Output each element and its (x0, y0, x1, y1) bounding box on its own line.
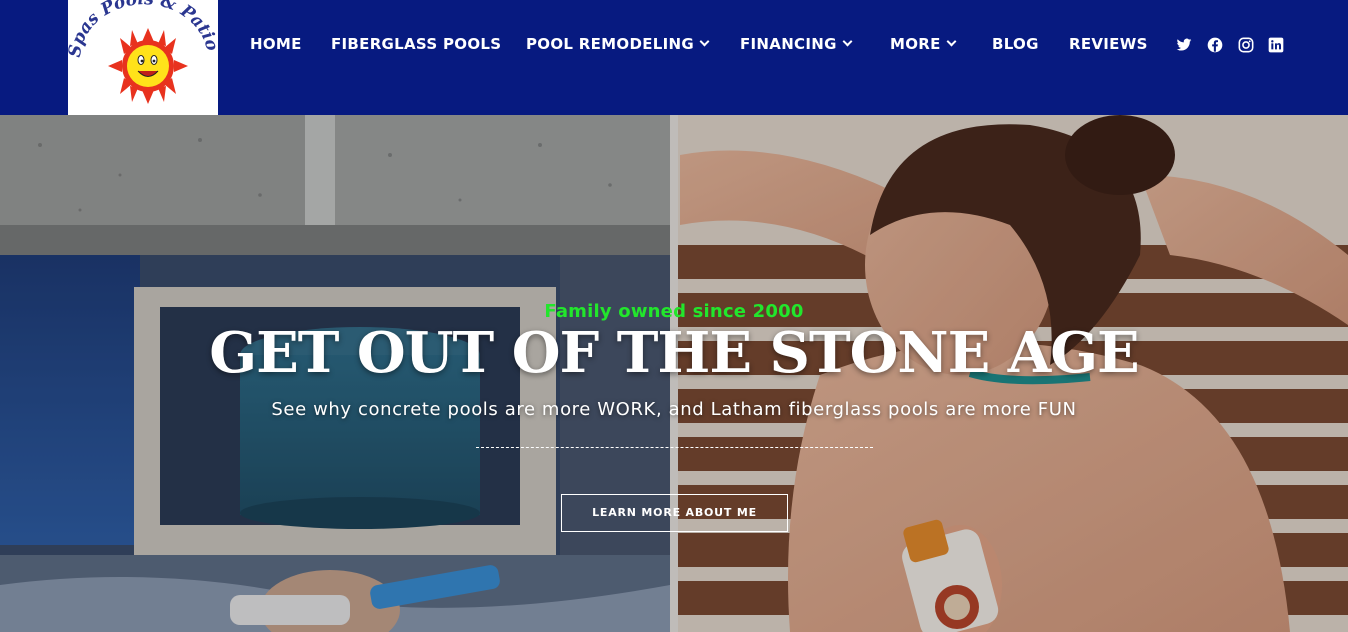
sun-logo-icon: Spas Pools & Patio (68, 0, 218, 104)
nav-item-financing[interactable]: FINANCING (740, 34, 853, 54)
chevron-down-icon (699, 36, 710, 47)
nav-item-label: BLOG (992, 35, 1039, 53)
nav-item-blog[interactable]: BLOG (992, 34, 1039, 54)
chevron-down-icon (946, 36, 957, 47)
nav-item-fiberglass-pools[interactable]: FIBERGLASS POOLS (331, 34, 501, 54)
hero-headline: GET OUT OF THE STONE AGE (209, 320, 1139, 386)
chevron-down-icon (842, 36, 853, 47)
nav-item-label: FIBERGLASS POOLS (331, 35, 502, 53)
instagram-icon[interactable] (1238, 37, 1254, 53)
site-logo[interactable]: Spas Pools & Patio (68, 0, 218, 115)
hero-divider (476, 447, 873, 448)
nav-item-label: REVIEWS (1069, 35, 1148, 53)
nav-item-more[interactable]: MORE (890, 34, 957, 54)
learn-more-button[interactable]: LEARN MORE ABOUT ME (561, 494, 788, 532)
nav-item-label: FINANCING (740, 35, 837, 53)
twitter-icon[interactable] (1176, 37, 1192, 53)
site-header: Spas Pools & Patio HOME FIBERGLASS POOLS… (0, 0, 1348, 115)
nav-item-label: HOME (250, 35, 302, 53)
nav-item-label: POOL REMODELING (526, 35, 694, 53)
nav-item-reviews[interactable]: REVIEWS (1069, 34, 1148, 54)
hero-section: Family owned since 2000 GET OUT OF THE S… (0, 115, 1348, 632)
linkedin-icon[interactable] (1268, 37, 1284, 53)
hero-subheadline: See why concrete pools are more WORK, an… (271, 399, 1077, 420)
hero-tagline: Family owned since 2000 (544, 301, 804, 322)
facebook-icon[interactable] (1207, 37, 1223, 53)
nav-item-label: MORE (890, 35, 941, 53)
nav-item-home[interactable]: HOME (250, 34, 302, 54)
nav-item-pool-remodeling[interactable]: POOL REMODELING (526, 34, 710, 54)
